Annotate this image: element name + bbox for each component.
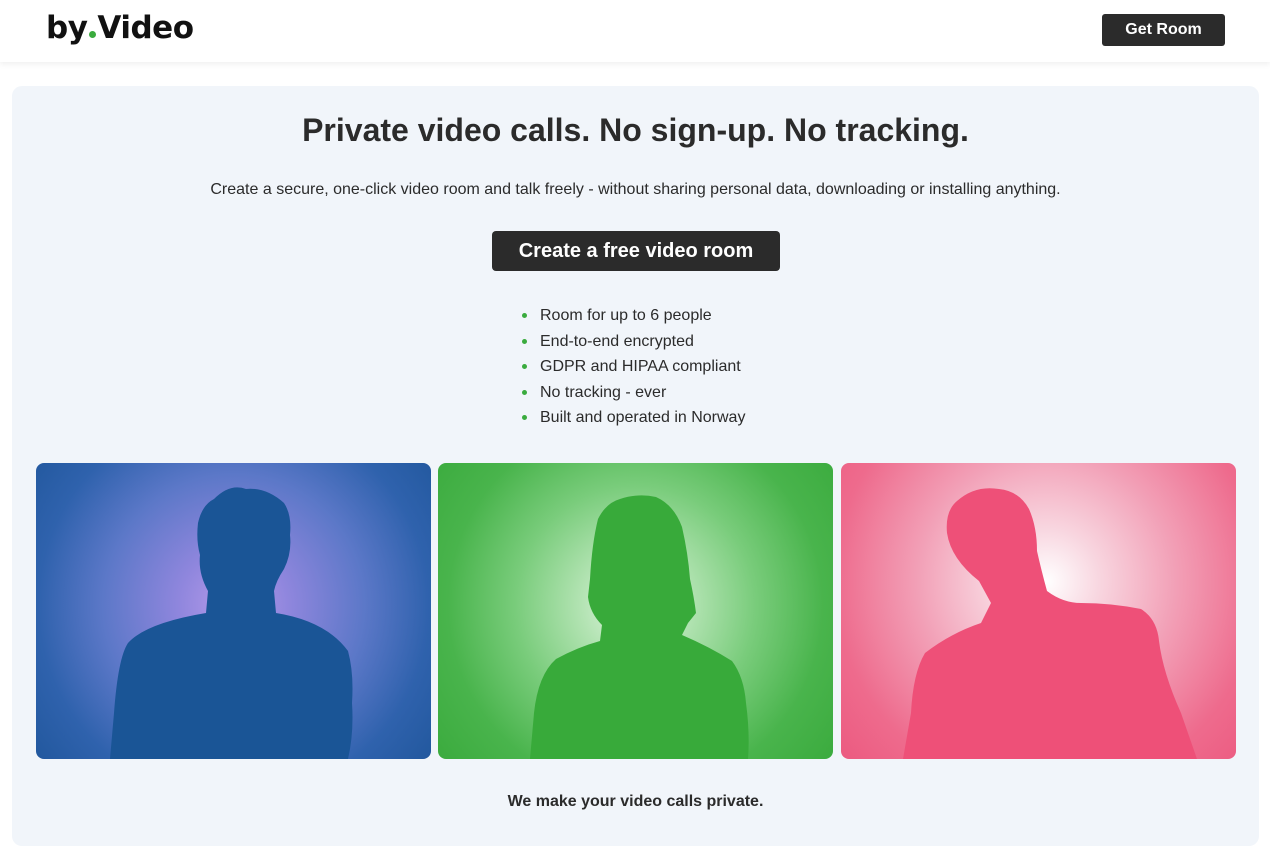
create-room-button[interactable]: Create a free video room: [492, 231, 780, 271]
logo-dot: [89, 31, 97, 38]
feature-list: Room for up to 6 people End-to-end encry…: [522, 303, 745, 431]
person-silhouette-icon: [110, 487, 353, 759]
person-silhouette-icon: [530, 495, 749, 759]
feature-label: GDPR and HIPAA compliant: [540, 358, 741, 375]
logo-prefix: by: [46, 10, 88, 46]
bullet-icon: [522, 364, 527, 370]
feature-label: Built and operated in Norway: [540, 409, 746, 426]
feature-item: Built and operated in Norway: [522, 405, 745, 431]
page-title: Private video calls. No sign-up. No trac…: [302, 112, 969, 148]
hero-subtitle: Create a secure, one-click video room an…: [210, 181, 1061, 198]
feature-label: No tracking - ever: [540, 383, 667, 401]
byvideo-logo[interactable]: by Video: [46, 8, 194, 48]
feature-item: End-to-end encrypted: [522, 329, 745, 355]
bullet-icon: [522, 415, 527, 421]
video-tile-pink: [841, 463, 1236, 759]
feature-label: Room for up to 6 people: [540, 307, 712, 324]
feature-label: End-to-end encrypted: [540, 332, 694, 350]
bullet-icon: [522, 389, 527, 395]
tagline: We make your video calls private.: [507, 793, 764, 810]
video-tile-blue: [36, 463, 431, 759]
feature-item: GDPR and HIPAA compliant: [522, 354, 745, 380]
hero-panel: Private video calls. No sign-up. No trac…: [12, 86, 1259, 846]
video-tile-green: [438, 463, 833, 759]
get-room-button[interactable]: Get Room: [1102, 14, 1225, 46]
feature-item: Room for up to 6 people: [522, 303, 745, 329]
bullet-icon: [522, 338, 527, 344]
person-silhouette-icon: [903, 488, 1197, 759]
site-header: by Video Get Room: [0, 0, 1270, 62]
feature-item: No tracking - ever: [522, 380, 745, 406]
logo-suffix: Video: [97, 10, 194, 46]
bullet-icon: [522, 313, 527, 319]
